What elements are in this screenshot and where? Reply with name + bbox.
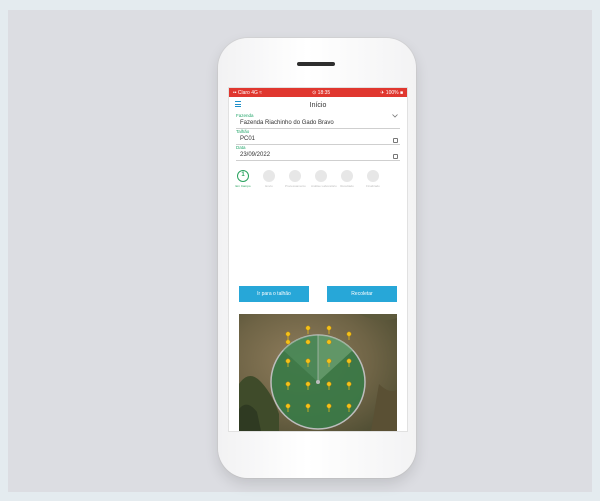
app-header: Início (229, 97, 407, 113)
status-time: ⊙ 18:35 (312, 89, 331, 96)
step-resultado: Resultado (337, 170, 357, 188)
step-circle: 1 (237, 170, 249, 182)
step-circle (263, 170, 275, 182)
calendar-icon[interactable] (393, 138, 398, 143)
step-label: Finalizado (366, 184, 380, 188)
step-label: Em Campo (235, 184, 251, 188)
phone-speaker (297, 62, 335, 66)
page-title: Início (309, 101, 327, 109)
step-label: Resultado (340, 184, 354, 188)
goto-plot-button[interactable]: Ir para o talhão (239, 286, 309, 302)
step-circle (341, 170, 353, 182)
fazenda-value[interactable]: Fazenda Riachinho do Gado Bravo (236, 119, 400, 129)
step-label: Envio (265, 184, 273, 188)
dropdown-chevron-icon[interactable] (392, 114, 398, 118)
step-label: Análise Laboratório (311, 184, 337, 188)
talhao-field[interactable]: Talhão PC01 (236, 129, 400, 145)
satellite-map[interactable] (239, 314, 397, 431)
background: •• Claro 4G ≈ ⊙ 18:35 ✈ 100% ■ Início Fa… (8, 10, 592, 492)
step-circle (367, 170, 379, 182)
talhao-value[interactable]: PC01 (236, 135, 400, 145)
step-circle (315, 170, 327, 182)
app-screen: •• Claro 4G ≈ ⊙ 18:35 ✈ 100% ■ Início Fa… (228, 87, 408, 432)
calendar-icon[interactable] (393, 154, 398, 159)
step-processamento: Processamento (285, 170, 306, 188)
status-bar: •• Claro 4G ≈ ⊙ 18:35 ✈ 100% ■ (229, 88, 407, 97)
data-field[interactable]: Data 23/09/2022 (236, 145, 400, 161)
hamburger-menu-icon[interactable] (235, 101, 241, 107)
status-battery: ✈ 100% ■ (380, 89, 403, 96)
fazenda-field[interactable]: Fazenda Fazenda Riachinho do Gado Bravo (236, 113, 400, 129)
step-em-campo: 1 Em Campo (233, 170, 253, 188)
data-value[interactable]: 23/09/2022 (236, 151, 400, 161)
step-finalizado: Finalizado (363, 170, 383, 188)
step-analise: Análise Laboratório (311, 170, 337, 188)
phone-device: •• Claro 4G ≈ ⊙ 18:35 ✈ 100% ■ Início Fa… (218, 38, 416, 478)
step-envio: Envio (259, 170, 279, 188)
map-canvas[interactable] (239, 314, 397, 431)
status-carrier: •• Claro 4G ≈ (233, 89, 263, 96)
step-label: Processamento (285, 184, 306, 188)
recollect-button[interactable]: Recoletar (327, 286, 397, 302)
progress-stepper: 1 Em Campo Envio Processamento Análise L… (229, 166, 407, 196)
step-circle (289, 170, 301, 182)
